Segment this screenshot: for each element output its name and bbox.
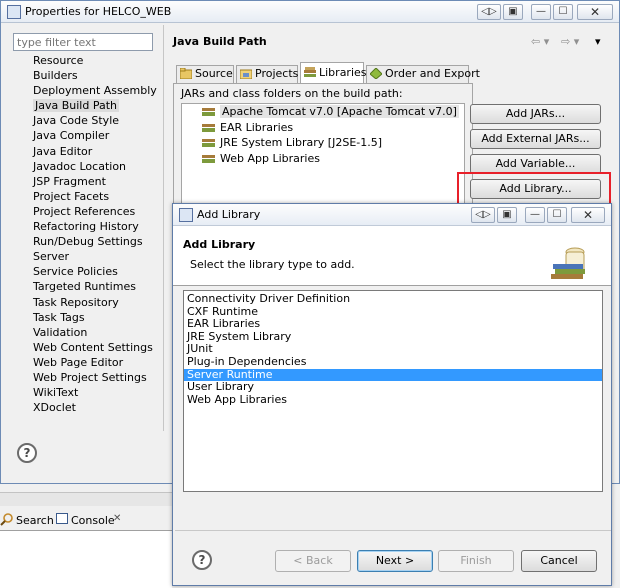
tree-item[interactable]: Java Code Style xyxy=(11,113,163,128)
nav-back-icon[interactable]: ⇦ ▾ xyxy=(531,35,549,48)
tree-item[interactable]: Run/Debug Settings xyxy=(11,234,163,249)
tree-item-selected[interactable]: Java Build Path xyxy=(11,98,163,113)
tree-item[interactable]: Validation xyxy=(11,325,163,340)
add-variable-button[interactable]: Add Variable... xyxy=(470,154,601,174)
search-icon xyxy=(0,512,14,526)
tree-item[interactable]: JSP Fragment xyxy=(11,174,163,189)
tab-source[interactable]: Source xyxy=(176,65,234,83)
tree-item[interactable]: Refactoring History xyxy=(11,219,163,234)
tree-item[interactable]: Resource xyxy=(11,53,163,68)
library-wizard-icon xyxy=(551,247,585,279)
minimize-button[interactable]: — xyxy=(525,207,545,223)
tree-item[interactable]: Web Content Settings xyxy=(11,340,163,355)
library-jar-icon xyxy=(202,139,215,147)
tree-item[interactable]: Project Facets xyxy=(11,189,163,204)
library-jar-icon xyxy=(202,108,215,116)
library-item[interactable]: Web App Libraries xyxy=(182,151,464,167)
tree-item[interactable]: Java Compiler xyxy=(11,128,163,143)
add-jars-button[interactable]: Add JARs... xyxy=(470,104,601,124)
pin-icon[interactable]: ▣ xyxy=(497,207,517,223)
tree-item[interactable]: WikiText xyxy=(11,385,163,400)
filter-input[interactable] xyxy=(13,33,153,51)
restore-view-icon[interactable]: ◁▷ xyxy=(471,207,495,223)
jars-label: JARs and class folders on the build path… xyxy=(181,87,403,100)
libraries-icon xyxy=(304,67,316,77)
properties-title: Properties for HELCO_WEB xyxy=(25,5,172,18)
help-icon[interactable]: ? xyxy=(192,550,212,570)
library-item[interactable]: EAR Libraries xyxy=(182,120,464,136)
tree-item[interactable]: Deployment Assembly xyxy=(11,83,163,98)
list-item[interactable]: Web App Libraries xyxy=(184,393,602,407)
tree-item[interactable]: Task Tags xyxy=(11,310,163,325)
tree-item[interactable]: Web Project Settings xyxy=(11,370,163,385)
source-folder-icon xyxy=(180,68,192,79)
splitter[interactable] xyxy=(163,25,167,431)
search-view-tab[interactable]: Search xyxy=(16,514,54,527)
list-item[interactable]: Connectivity Driver Definition xyxy=(184,292,602,306)
cancel-button[interactable]: Cancel xyxy=(521,550,597,572)
pin-icon[interactable]: ▣ xyxy=(503,4,523,20)
dialog-description: Select the library type to add. xyxy=(190,258,355,271)
dialog-app-icon xyxy=(179,208,193,222)
library-item[interactable]: JRE System Library [J2SE-1.5] xyxy=(182,135,464,151)
next-button[interactable]: Next > xyxy=(357,550,433,572)
tree-item[interactable]: Java Editor xyxy=(11,144,163,159)
maximize-button[interactable]: ☐ xyxy=(553,4,573,20)
restore-view-icon[interactable]: ◁▷ xyxy=(477,4,501,20)
tree-item[interactable]: Builders xyxy=(11,68,163,83)
properties-title-bar[interactable]: Properties for HELCO_WEB ◁▷ ▣ — ☐ ✕ xyxy=(1,1,619,23)
tab-libraries[interactable]: Libraries xyxy=(300,62,367,84)
page-title: Java Build Path xyxy=(173,35,267,48)
library-jar-icon xyxy=(202,123,215,132)
tab-projects[interactable]: Projects xyxy=(236,65,298,83)
console-icon xyxy=(56,513,68,524)
tab-order-and-export[interactable]: Order and Export xyxy=(366,65,480,83)
bottom-view-tabs: Search Console ✕ xyxy=(0,508,168,530)
projects-icon xyxy=(240,69,252,79)
list-item[interactable]: EAR Libraries xyxy=(184,318,602,331)
view-menu-icon[interactable]: ▾ xyxy=(595,35,601,48)
tree-item[interactable]: Service Policies xyxy=(11,264,163,279)
close-button[interactable]: ✕ xyxy=(571,207,605,223)
dialog-header-area xyxy=(173,226,611,286)
dialog-title: Add Library xyxy=(197,208,261,221)
list-item[interactable]: JRE System Library xyxy=(184,330,602,344)
list-item[interactable]: User Library xyxy=(184,381,602,394)
library-jar-icon xyxy=(202,154,215,163)
console-view-tab[interactable]: Console xyxy=(71,514,115,527)
dialog-title-bar[interactable]: Add Library ◁▷ ▣ — ☐ ✕ xyxy=(173,204,611,226)
dialog-heading: Add Library xyxy=(183,238,256,251)
tree-item[interactable]: Task Repository xyxy=(11,295,163,310)
library-item[interactable]: Apache Tomcat v7.0 [Apache Tomcat v7.0] xyxy=(182,104,464,120)
tree-item[interactable]: Web Page Editor xyxy=(11,355,163,370)
console-view-area xyxy=(0,530,172,588)
window-app-icon xyxy=(7,5,21,19)
finish-button[interactable]: Finish xyxy=(438,550,514,572)
maximize-button[interactable]: ☐ xyxy=(547,207,567,223)
nav-forward-icon[interactable]: ⇨ ▾ xyxy=(561,35,579,48)
close-button[interactable]: ✕ xyxy=(577,4,613,20)
back-button[interactable]: < Back xyxy=(275,550,351,572)
tree-item[interactable]: Javadoc Location xyxy=(11,159,163,174)
close-icon[interactable]: ✕ xyxy=(113,513,121,524)
minimize-button[interactable]: — xyxy=(531,4,551,20)
library-type-list[interactable]: Connectivity Driver Definition CXF Runti… xyxy=(183,290,603,492)
order-export-icon xyxy=(370,68,382,79)
list-item[interactable]: Plug-in Dependencies xyxy=(184,355,602,369)
properties-category-tree[interactable]: Resource Builders Deployment Assembly Ja… xyxy=(11,53,163,431)
help-icon[interactable]: ? xyxy=(17,443,37,463)
add-library-dialog: Add Library ◁▷ ▣ — ☐ ✕ Add Library Selec… xyxy=(172,203,612,586)
divider xyxy=(175,530,611,531)
add-external-jars-button[interactable]: Add External JARs... xyxy=(470,129,601,149)
tree-item[interactable]: Project References xyxy=(11,204,163,219)
workbench-toolbar-strip xyxy=(0,492,172,506)
tree-item[interactable]: XDoclet xyxy=(11,400,163,415)
tree-item[interactable]: Server xyxy=(11,249,163,264)
add-library-highlight xyxy=(457,172,611,206)
tree-item[interactable]: Targeted Runtimes xyxy=(11,279,163,294)
